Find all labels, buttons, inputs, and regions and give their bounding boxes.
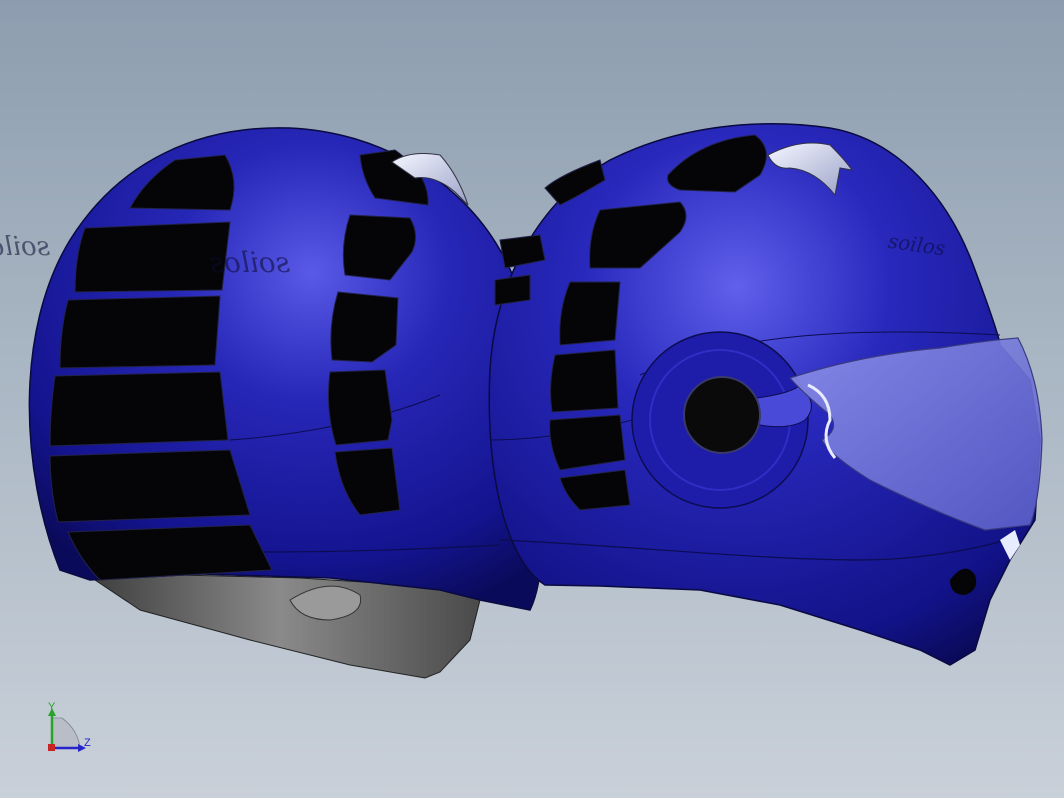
3d-viewport[interactable]: soilos soil soilos Y Z [0, 0, 1064, 798]
y-axis-label: Y [48, 701, 56, 713]
axis-triad: Y Z [48, 701, 91, 752]
visor-pivot-knob[interactable] [683, 376, 761, 454]
triad-plane [51, 717, 81, 749]
x-axis-point [48, 744, 55, 751]
rear-helmet[interactable]: soilos [28, 127, 544, 679]
rear-logo: soilos [210, 246, 290, 279]
helmet-model[interactable]: soilos soil soilos Y Z [0, 0, 1064, 798]
z-axis-label: Z [84, 737, 91, 749]
front-side-logo: soilos [0, 232, 50, 262]
